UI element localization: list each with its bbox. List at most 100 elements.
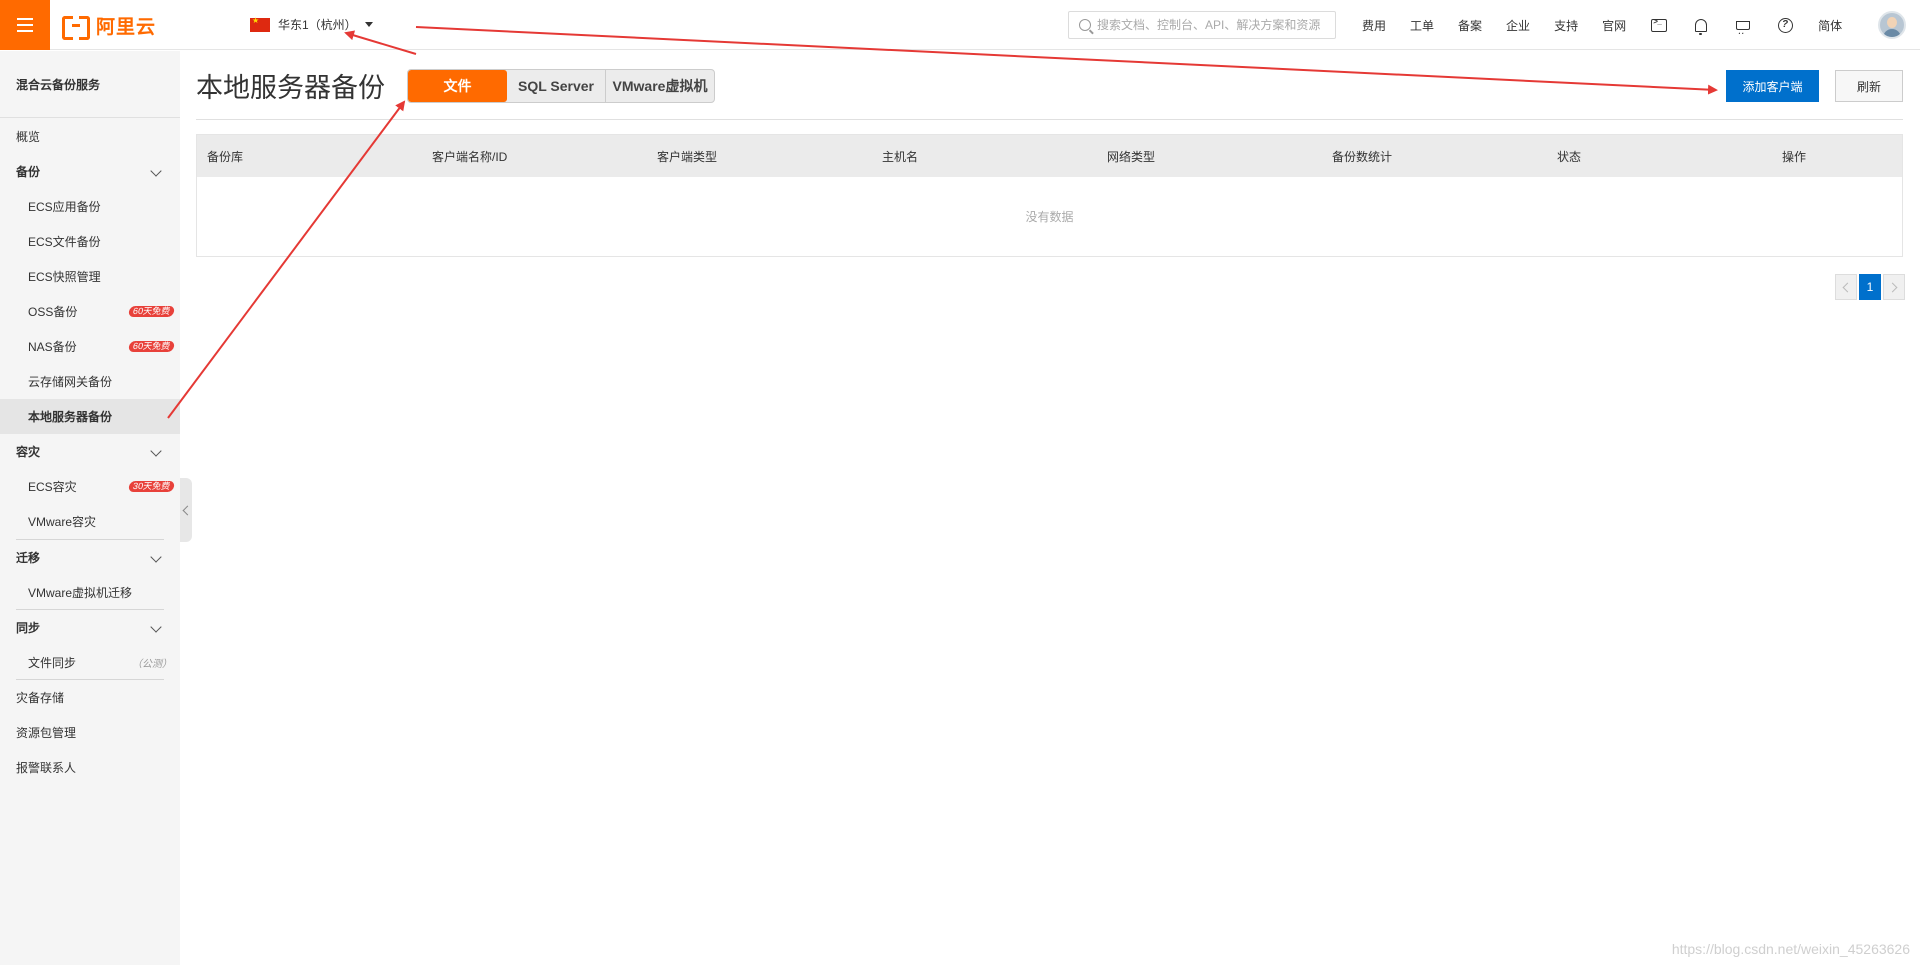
sidebar-item-dr-storage[interactable]: 灾备存储: [0, 680, 180, 715]
region-label: 华东1（杭州）: [278, 18, 357, 32]
aliyun-logo-icon: [62, 16, 90, 40]
free-trial-badge: 60天免费: [128, 341, 175, 352]
nav-icp[interactable]: 备案: [1446, 17, 1494, 34]
sidebar-item-resource-packages[interactable]: 资源包管理: [0, 715, 180, 750]
sidebar-item-label: 资源包管理: [16, 726, 77, 740]
sidebar-item-label: 灾备存储: [16, 691, 65, 705]
nav-support[interactable]: 支持: [1542, 17, 1590, 34]
help-icon: ?: [1777, 17, 1793, 33]
search-input[interactable]: [1097, 18, 1327, 32]
logo-text: 阿里云: [96, 16, 157, 38]
nav-billing[interactable]: 费用: [1350, 17, 1398, 34]
sidebar-item-label: 文件同步: [28, 656, 77, 670]
chevron-left-icon: [1842, 282, 1853, 292]
sidebar-item-label: OSS备份: [28, 305, 78, 319]
sidebar-item-label: NAS备份: [28, 340, 77, 354]
chevron-down-icon: [150, 445, 162, 457]
sidebar-item-oss-backup[interactable]: OSS备份 60天免费: [0, 294, 180, 329]
sidebar-item-label: 云存储网关备份: [28, 375, 113, 389]
column-header-vault: 备份库: [207, 150, 244, 164]
sidebar-item-label: 概览: [16, 130, 41, 144]
sidebar-group-label: 同步: [16, 621, 41, 635]
sidebar-item-label: 报警联系人: [16, 761, 77, 775]
sidebar-group-disaster-recovery[interactable]: 容灾: [0, 434, 180, 469]
pagination: 1: [1835, 274, 1905, 300]
sidebar-group-label: 容灾: [16, 445, 41, 459]
sidebar-item-label: 本地服务器备份: [28, 410, 113, 424]
sidebar-divider: [0, 117, 180, 118]
sidebar-item-alert-contacts[interactable]: 报警联系人: [0, 750, 180, 785]
refresh-button[interactable]: 刷新: [1835, 70, 1903, 102]
sidebar-item-label: ECS容灾: [28, 480, 77, 494]
prev-page-button[interactable]: [1835, 274, 1857, 300]
cart-icon: [1736, 20, 1751, 37]
sidebar-item-local-server-backup[interactable]: 本地服务器备份: [0, 399, 180, 434]
table-header: 备份库 客户端名称/ID 客户端类型 主机名 网络类型 备份数统计 状态 操作: [197, 135, 1902, 177]
sidebar-item-file-sync[interactable]: 文件同步 （公测）: [0, 645, 180, 680]
nav-official-site[interactable]: 官网: [1590, 17, 1638, 34]
backup-type-tabs: 文件 SQL Server VMware虚拟机: [407, 69, 715, 103]
sidebar-item-ecs-file-backup[interactable]: ECS文件备份: [0, 224, 180, 259]
sidebar-item-label: ECS应用备份: [28, 200, 101, 214]
sidebar-item-label: VMware容灾: [28, 515, 97, 529]
add-client-button[interactable]: 添加客户端: [1726, 70, 1819, 102]
sidebar-item-ecs-app-backup[interactable]: ECS应用备份: [0, 189, 180, 224]
notifications-button[interactable]: [1680, 18, 1722, 35]
sidebar-group-label: 迁移: [16, 551, 41, 565]
nav-enterprise[interactable]: 企业: [1494, 17, 1542, 34]
hamburger-menu-icon[interactable]: [0, 0, 50, 50]
watermark: https://blog.csdn.net/weixin_45263626: [1671, 941, 1910, 957]
sidebar-group-label: 备份: [16, 165, 41, 179]
sidebar-collapse-toggle[interactable]: [180, 478, 193, 542]
page-title: 本地服务器备份: [196, 73, 385, 103]
chevron-left-icon: [182, 505, 193, 515]
sidebar-group-migration[interactable]: 迁移: [0, 540, 180, 575]
sidebar-item-ecs-snapshot[interactable]: ECS快照管理: [0, 259, 180, 294]
sidebar-item-csg-backup[interactable]: 云存储网关备份: [0, 364, 180, 399]
column-header-status: 状态: [1557, 150, 1582, 164]
sidebar-item-vmware-dr[interactable]: VMware容灾: [0, 504, 180, 539]
sidebar-item-label: ECS文件备份: [28, 235, 101, 249]
column-header-client-type: 客户端类型: [657, 150, 718, 164]
nav-tickets[interactable]: 工单: [1398, 17, 1446, 34]
empty-state: 没有数据: [1025, 210, 1074, 224]
chevron-right-icon: [1887, 282, 1898, 292]
global-search[interactable]: [1068, 11, 1336, 39]
sidebar-item-overview[interactable]: 概览: [0, 119, 180, 154]
sidebar: 混合云备份服务 概览 备份 ECS应用备份 ECS文件备份 ECS快照管理 OS…: [0, 51, 180, 965]
sidebar-group-backup[interactable]: 备份: [0, 154, 180, 189]
sidebar-item-vmware-migration[interactable]: VMware虚拟机迁移: [0, 575, 180, 610]
sidebar-item-ecs-dr[interactable]: ECS容灾 30天免费: [0, 469, 180, 504]
top-nav: 费用 工单 备案 企业 支持 官网 ? 简体: [1350, 0, 1854, 50]
tab-vmware-vm[interactable]: VMware虚拟机: [606, 70, 714, 102]
cloud-shell-button[interactable]: [1638, 17, 1680, 32]
language-switch[interactable]: 简体: [1806, 17, 1854, 34]
column-header-actions: 操作: [1782, 150, 1807, 164]
sidebar-item-label: ECS快照管理: [28, 270, 101, 284]
search-icon: [1079, 19, 1091, 31]
next-page-button[interactable]: [1883, 274, 1905, 300]
column-header-hostname: 主机名: [882, 150, 919, 164]
column-header-client-name: 客户端名称/ID: [432, 150, 508, 164]
terminal-icon: [1651, 17, 1668, 32]
tab-file[interactable]: 文件: [408, 70, 507, 102]
free-trial-badge: 30天免费: [128, 481, 175, 492]
sidebar-group-sync[interactable]: 同步: [0, 610, 180, 645]
sidebar-item-nas-backup[interactable]: NAS备份 60天免费: [0, 329, 180, 364]
region-selector[interactable]: 华东1（杭州）: [250, 16, 373, 33]
chevron-down-icon: [150, 621, 162, 633]
beta-note: （公测）: [132, 659, 172, 670]
caret-down-icon: [364, 22, 373, 27]
aliyun-logo[interactable]: 阿里云: [62, 13, 157, 40]
tab-sql-server[interactable]: SQL Server: [507, 70, 606, 102]
chevron-down-icon: [150, 551, 162, 563]
sidebar-title: 混合云备份服务: [16, 78, 101, 92]
user-avatar[interactable]: [1878, 11, 1906, 39]
chevron-down-icon: [150, 165, 162, 177]
help-button[interactable]: ?: [1764, 17, 1806, 33]
page-number-button[interactable]: 1: [1859, 274, 1881, 300]
sidebar-item-label: VMware虚拟机迁移: [28, 586, 133, 600]
cart-button[interactable]: [1722, 20, 1764, 37]
top-bar: 阿里云 华东1（杭州） 费用 工单 备案 企业 支持 官网 ? 简体: [0, 0, 1920, 50]
header-divider: [196, 119, 1903, 120]
